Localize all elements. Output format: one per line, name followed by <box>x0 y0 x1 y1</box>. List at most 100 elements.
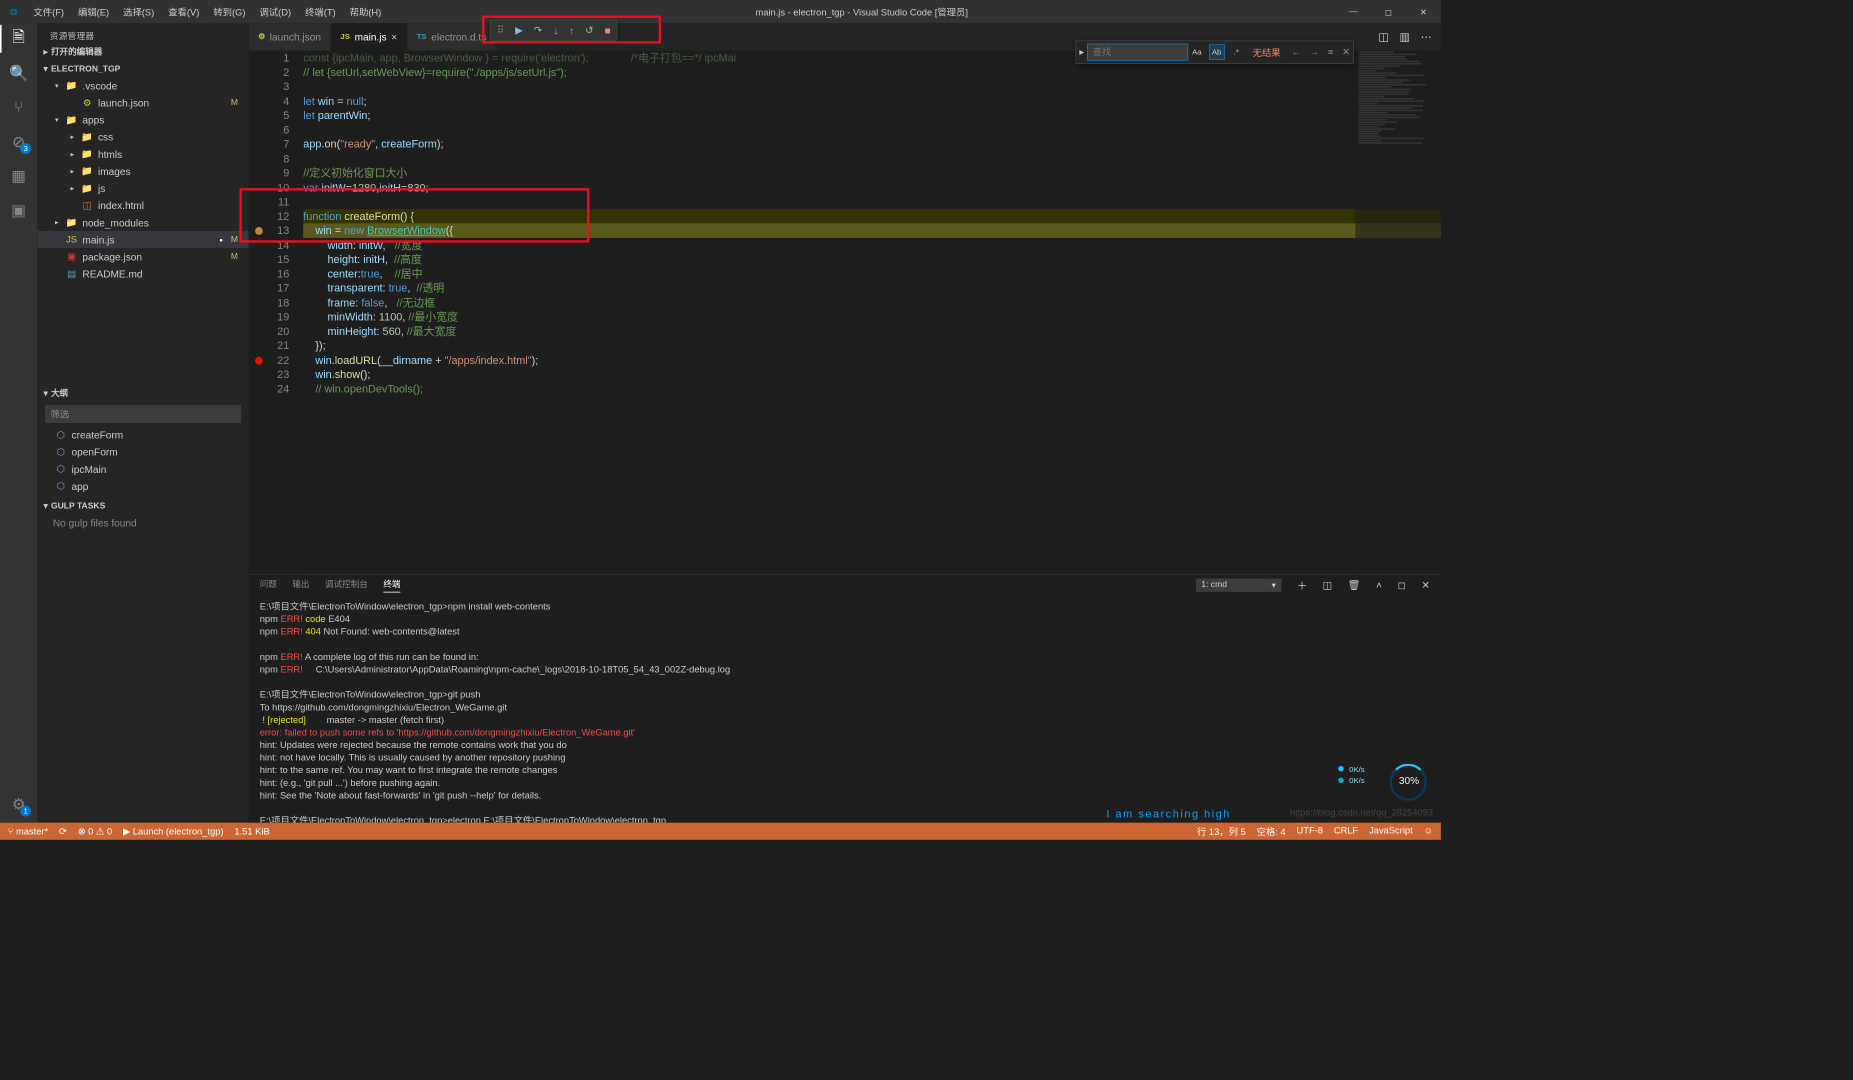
code-lines[interactable]: const {ipcMain, app, BrowserWindow } = r… <box>303 51 1441 574</box>
find-input[interactable] <box>1087 44 1188 61</box>
status-item[interactable]: 行 13，列 5 <box>1197 825 1246 838</box>
explorer-icon[interactable]: 🗎 <box>9 30 28 49</box>
stop-icon[interactable]: ■ <box>604 24 610 36</box>
file-icon: JS <box>65 234 77 245</box>
extensions-icon[interactable]: ▦ <box>9 166 28 185</box>
tree-item[interactable]: ◫index.html <box>37 197 249 214</box>
activity-bar: 🗎 🔍 ⑂ ⊘3 ▦ ▣ ⚙1 <box>0 23 37 822</box>
find-next-icon[interactable]: → <box>1307 47 1323 58</box>
problems-count[interactable]: ⊗ 0 ⚠ 0 <box>78 826 112 837</box>
menu-item[interactable]: 帮助(H) <box>343 2 387 21</box>
maximize-button[interactable]: ◻ <box>1371 7 1406 17</box>
tree-item[interactable]: ▣package.jsonM <box>37 248 249 265</box>
tree-item[interactable]: JSmain.js●M <box>37 231 249 248</box>
terminal-output[interactable]: E:\项目文件\ElectronToWindow\electron_tgp>np… <box>249 596 1441 823</box>
panel-tab[interactable]: 终端 <box>383 578 400 593</box>
tree-item[interactable]: ▸📁css <box>37 128 249 145</box>
tree-item[interactable]: ▾📁apps <box>37 111 249 128</box>
more-actions-icon[interactable]: ⋯ <box>1421 30 1432 43</box>
step-out-icon[interactable]: ↑ <box>569 24 574 36</box>
step-over-icon[interactable]: ↷ <box>534 24 542 36</box>
status-item[interactable]: JavaScript <box>1369 825 1413 838</box>
tree-item[interactable]: ▤README.md <box>37 265 249 282</box>
gulp-section[interactable]: ▾GULP TASKS <box>37 498 249 514</box>
panel-tab[interactable]: 输出 <box>292 578 309 593</box>
drag-handle-icon[interactable]: ⠿ <box>497 24 504 36</box>
menu-bar: 文件(F)编辑(E)选择(S)查看(V)转到(G)调试(D)终端(T)帮助(H) <box>27 2 387 21</box>
network-speed: 0K/s0K/s <box>1349 765 1365 787</box>
find-widget[interactable]: ▸ Aa Ab .* 无结果 ← → ≡ ✕ <box>1076 40 1354 63</box>
outline-symbol[interactable]: ⬡ipcMain <box>37 460 249 477</box>
status-item[interactable]: UTF-8 <box>1297 825 1323 838</box>
panel-tab[interactable]: 调试控制台 <box>325 578 368 593</box>
menu-item[interactable]: 文件(F) <box>27 2 70 21</box>
editor-tab[interactable]: ⚙launch.json <box>249 23 331 50</box>
panel-tab[interactable]: 问题 <box>260 578 277 593</box>
status-item[interactable]: 空格: 4 <box>1257 825 1286 838</box>
find-close-icon[interactable]: ✕ <box>1339 47 1353 58</box>
match-case-icon[interactable]: Aa <box>1189 44 1205 60</box>
find-selection-icon[interactable]: ≡ <box>1325 47 1337 58</box>
outline-symbol[interactable]: ⬡app <box>37 477 249 494</box>
launch-config[interactable]: ▶ Launch (electron_tgp) <box>123 826 224 837</box>
status-item[interactable]: CRLF <box>1334 825 1358 838</box>
menu-item[interactable]: 调试(D) <box>253 2 297 21</box>
find-expand-icon[interactable]: ▸ <box>1076 47 1087 58</box>
symbol-icon: ⬡ <box>54 481 66 492</box>
split-editor-icon[interactable]: ◫ <box>1378 30 1388 43</box>
file-icon: 📁 <box>81 131 93 142</box>
restart-icon[interactable]: ↺ <box>585 24 593 36</box>
file-icon: ◫ <box>81 200 93 211</box>
project-section[interactable]: ▾ELECTRON_TGP <box>37 61 249 77</box>
tree-item[interactable]: ▸📁htmls <box>37 145 249 162</box>
tree-item[interactable]: ▸📁node_modules <box>37 214 249 231</box>
outline-filter[interactable]: 筛选 <box>45 405 241 423</box>
watermark: https://blog.csdn.net/qq_28254093 <box>1290 807 1433 818</box>
menu-item[interactable]: 查看(V) <box>162 2 206 21</box>
panel-up-icon[interactable]: ˄ <box>1376 579 1382 591</box>
editor-tab[interactable]: TSelectron.d.ts <box>407 23 496 50</box>
editor-tab[interactable]: JSmain.js× <box>331 23 407 50</box>
open-editors-section[interactable]: ▸打开的编辑器 <box>37 42 249 61</box>
code-editor[interactable]: 123456789101112131415161718192021222324 … <box>249 51 1441 574</box>
debug-icon[interactable]: ⊘3 <box>9 132 28 151</box>
close-button[interactable]: ✕ <box>1406 7 1441 17</box>
menu-item[interactable]: 转到(G) <box>207 2 252 21</box>
menu-item[interactable]: 选择(S) <box>117 2 161 21</box>
regex-icon[interactable]: .* <box>1229 44 1245 60</box>
tree-item[interactable]: ▾📁.vscode <box>37 77 249 94</box>
debug-toolbar[interactable]: ⠿ ▶ ↷ ↓ ↑ ↺ ■ <box>490 19 618 41</box>
menu-item[interactable]: 终端(T) <box>299 2 342 21</box>
search-icon[interactable]: 🔍 <box>9 64 28 83</box>
new-terminal-icon[interactable]: ＋ <box>1297 578 1307 593</box>
file-icon: 📁 <box>65 217 77 228</box>
status-item[interactable]: ☺ <box>1424 825 1434 838</box>
source-control-icon[interactable]: ⑂ <box>9 98 28 117</box>
tree-item[interactable]: ⚙launch.jsonM <box>37 94 249 111</box>
outline-section[interactable]: ▾大纲 <box>37 383 249 402</box>
tree-item[interactable]: ▸📁js <box>37 180 249 197</box>
minimize-button[interactable]: — <box>1336 7 1371 17</box>
outline-symbol[interactable]: ⬡createForm <box>37 426 249 443</box>
editor-layout-icon[interactable]: ▥ <box>1399 30 1409 43</box>
vscode-logo-icon: ⧉ <box>0 6 27 18</box>
tree-item[interactable]: ▸📁images <box>37 163 249 180</box>
git-branch[interactable]: ⑂ master* <box>8 826 48 837</box>
menu-item[interactable]: 编辑(E) <box>72 2 116 21</box>
settings-icon[interactable]: ⚙1 <box>9 795 28 814</box>
file-icon: 📁 <box>65 114 77 125</box>
terminal-select[interactable]: 1: cmd▾ <box>1196 579 1282 592</box>
split-terminal-icon[interactable]: ◫ <box>1323 579 1333 591</box>
panel-maximize-icon[interactable]: ◻ <box>1398 579 1406 591</box>
step-into-icon[interactable]: ↓ <box>553 24 558 36</box>
layout-icon[interactable]: ▣ <box>9 201 28 220</box>
kill-terminal-icon[interactable]: 🗑 <box>1348 579 1361 591</box>
outline-symbol[interactable]: ⬡openForm <box>37 443 249 460</box>
file-icon: JS <box>340 33 350 42</box>
find-prev-icon[interactable]: ← <box>1288 47 1304 58</box>
sync-icon[interactable]: ⟳ <box>59 826 67 837</box>
whole-word-icon[interactable]: Ab <box>1209 44 1225 60</box>
continue-icon[interactable]: ▶ <box>515 24 523 36</box>
tab-close-icon[interactable]: × <box>391 31 397 43</box>
panel-close-icon[interactable]: ✕ <box>1422 579 1430 591</box>
